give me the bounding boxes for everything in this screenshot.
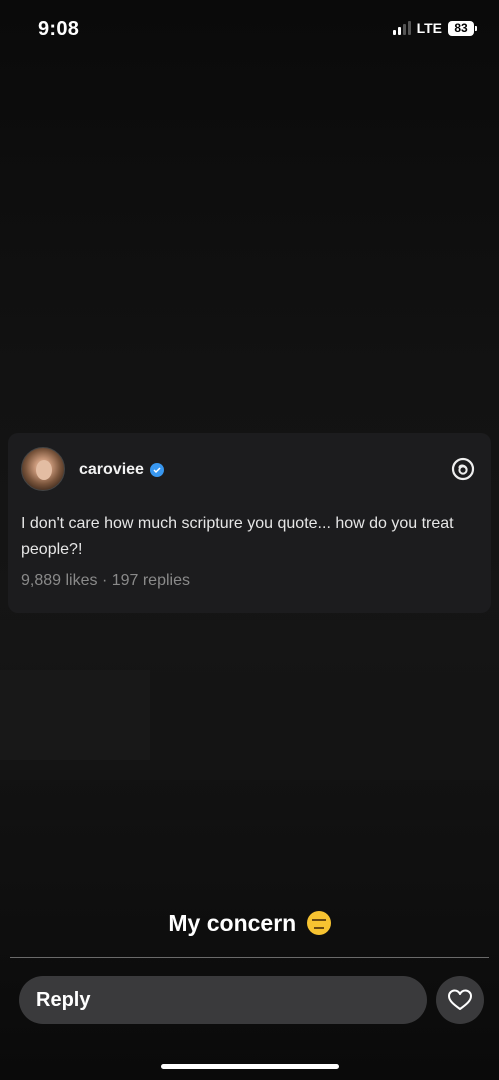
signal-icon — [392, 21, 411, 35]
like-button[interactable] — [436, 976, 484, 1024]
author-row: caroviee — [79, 461, 164, 479]
status-indicators: LTE 83 — [392, 20, 477, 36]
threads-post-card[interactable]: caroviee I don't care how much scripture… — [8, 433, 491, 613]
status-time: 9:08 — [38, 18, 80, 40]
avatar[interactable] — [21, 447, 65, 491]
caption-text: My concern — [168, 910, 297, 936]
background-blur — [0, 670, 150, 760]
battery-icon: 83 — [448, 20, 477, 36]
divider — [10, 957, 489, 958]
network-label: LTE — [416, 20, 442, 36]
threads-icon[interactable] — [449, 456, 477, 484]
expressionless-face-icon — [306, 911, 331, 935]
verified-badge-icon — [149, 463, 164, 477]
post-text: I don't care how much scripture you quot… — [21, 515, 454, 558]
home-indicator[interactable] — [161, 1064, 339, 1069]
username[interactable]: caroviee — [79, 461, 144, 479]
battery-level: 83 — [448, 20, 474, 36]
story-screen: 9:08 LTE 83 caroviee I don't care how mu… — [0, 0, 499, 1080]
story-caption: My concern — [0, 910, 499, 937]
post-stats: 9,889 likes · 197 replies — [21, 572, 190, 589]
reply-input[interactable] — [19, 976, 427, 1024]
heart-icon — [448, 989, 472, 1010]
status-bar: 9:08 LTE 83 — [0, 0, 499, 60]
